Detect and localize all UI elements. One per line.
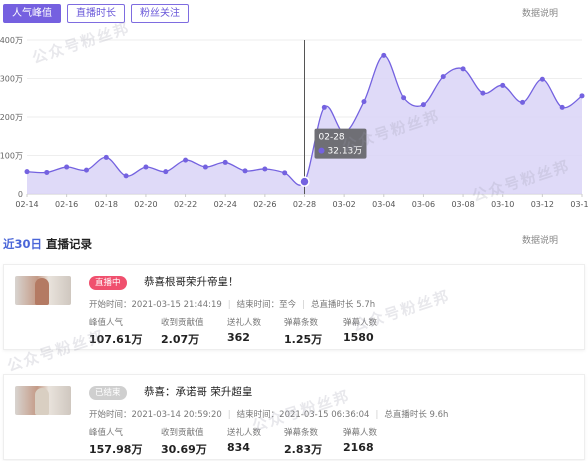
x-tick-label: 03-10	[491, 200, 514, 209]
x-tick-label: 02-20	[134, 200, 157, 209]
x-tick-label: 03-14	[570, 200, 588, 209]
x-tick-label: 03-04	[372, 200, 395, 209]
data-point	[480, 90, 486, 96]
data-point	[381, 52, 387, 58]
data-point	[361, 99, 367, 105]
data-point	[242, 168, 248, 174]
data-point	[460, 66, 466, 72]
chart-tooltip: 02-28 32.13万	[314, 128, 367, 159]
x-tick-label: 03-02	[333, 200, 356, 209]
x-tick-label: 02-22	[174, 200, 197, 209]
total-duration: 总直播时长 5.7h	[311, 300, 376, 310]
y-tick-label: 300万	[0, 75, 23, 84]
data-point	[579, 93, 585, 99]
record-title: 恭喜根哥荣升帝皇！	[144, 276, 239, 288]
end-time: 结束时间：至今	[236, 300, 297, 310]
x-tick-label: 03-06	[412, 200, 435, 209]
stat-danmaku-users: 弹幕人数 1580	[343, 318, 378, 344]
records-title-text: 直播记录	[46, 237, 93, 251]
y-axis-ticks: 400万 300万 200万 100万 0	[0, 36, 23, 199]
records-title-period: 近30日	[3, 237, 43, 251]
data-point	[103, 154, 109, 160]
x-tick-label: 03-12	[531, 200, 554, 209]
data-point	[24, 169, 30, 175]
tab-fan-follows[interactable]: 粉丝关注	[131, 4, 189, 23]
ended-record-card[interactable]: 已结束 恭喜：承诺哥 荣升超皇 开始时间：2021-03-14 20:59:20…	[3, 374, 585, 460]
status-badge: 已结束	[89, 386, 127, 400]
chart-data-help-link[interactable]: 数据说明	[522, 6, 558, 19]
y-tick-label: 400万	[0, 36, 23, 45]
y-tick-label: 100万	[0, 152, 23, 161]
data-point	[282, 170, 288, 176]
stat-contribution: 收到贡献值 2.07万	[161, 318, 204, 346]
x-tick-label: 02-26	[253, 200, 276, 209]
data-point	[299, 176, 310, 187]
end-time: 结束时间：2021-03-15 06:36:04	[236, 410, 370, 420]
data-point	[143, 164, 149, 170]
stat-gift-senders: 送礼人数 834	[227, 428, 262, 454]
stat-gift-senders: 送礼人数 362	[227, 318, 262, 344]
tooltip-date: 02-28	[319, 133, 345, 143]
total-duration: 总直播时长 9.6h	[384, 410, 449, 420]
data-point	[539, 76, 545, 82]
data-point	[321, 104, 327, 110]
stat-peak-popularity: 峰值人气 107.61万	[89, 318, 143, 346]
records-data-help-link[interactable]: 数据说明	[522, 233, 558, 246]
data-point	[83, 167, 89, 173]
data-point	[163, 169, 169, 175]
data-point	[123, 173, 129, 179]
x-tick-label: 02-14	[15, 200, 38, 209]
data-point	[559, 104, 565, 110]
metric-tabs: 人气峰值 直播时长 粉丝关注	[3, 4, 189, 23]
x-tick-label: 02-24	[214, 200, 237, 209]
start-time: 开始时间：2021-03-14 20:59:20	[89, 410, 222, 420]
stat-danmaku-users: 弹幕人数 2168	[343, 428, 378, 454]
tab-live-duration[interactable]: 直播时长	[67, 4, 125, 23]
stream-thumbnail[interactable]	[15, 276, 71, 305]
x-tick-label: 02-18	[95, 200, 118, 209]
data-point	[500, 82, 506, 88]
data-point	[440, 74, 446, 80]
data-point	[401, 95, 407, 101]
tooltip-series-dot	[318, 147, 325, 154]
record-times: 开始时间：2021-03-15 21:44:19 | 结束时间：至今 | 总直播时长 5…	[89, 300, 376, 310]
data-point	[44, 169, 50, 175]
start-time: 开始时间：2021-03-15 21:44:19	[89, 300, 222, 310]
data-point	[202, 164, 208, 170]
stream-thumbnail[interactable]	[15, 386, 71, 415]
tab-peak-popularity[interactable]: 人气峰值	[3, 4, 61, 23]
stat-danmaku-count: 弹幕条数 1.25万	[284, 318, 323, 346]
y-tick-label: 0	[18, 190, 23, 199]
record-times: 开始时间：2021-03-14 20:59:20 | 结束时间：2021-03-15…	[89, 410, 449, 420]
data-point	[222, 159, 228, 165]
x-tick-label: 02-28	[293, 200, 316, 209]
stat-contribution: 收到贡献值 30.69万	[161, 428, 207, 456]
popularity-chart: 400万300万200万100万0 02-14 02-16 02-18 02-20 02…	[0, 36, 588, 209]
x-tick-label: 02-16	[55, 200, 78, 209]
data-point	[64, 164, 70, 170]
records-section-title: 近30日 直播记录	[3, 236, 92, 252]
status-badge: 直播中	[89, 276, 127, 290]
live-record-card[interactable]: 直播中 恭喜根哥荣升帝皇！ 开始时间：2021-03-15 21:44:19 | 结…	[3, 264, 585, 350]
x-tick-label: 03-08	[451, 200, 474, 209]
stat-danmaku-count: 弹幕条数 2.83万	[284, 428, 323, 456]
y-tick-label: 200万	[0, 113, 23, 122]
data-point	[183, 157, 189, 163]
data-point	[420, 102, 426, 108]
x-axis-ticks: 02-14 02-16 02-18 02-20 02-22 02-24 02-26 02-28…	[15, 194, 588, 209]
data-point	[520, 99, 526, 105]
tooltip-value: 32.13万	[328, 147, 363, 157]
record-title: 恭喜：承诺哥 荣升超皇	[144, 386, 253, 398]
stat-peak-popularity: 峰值人气 157.98万	[89, 428, 143, 456]
data-point	[262, 166, 268, 172]
